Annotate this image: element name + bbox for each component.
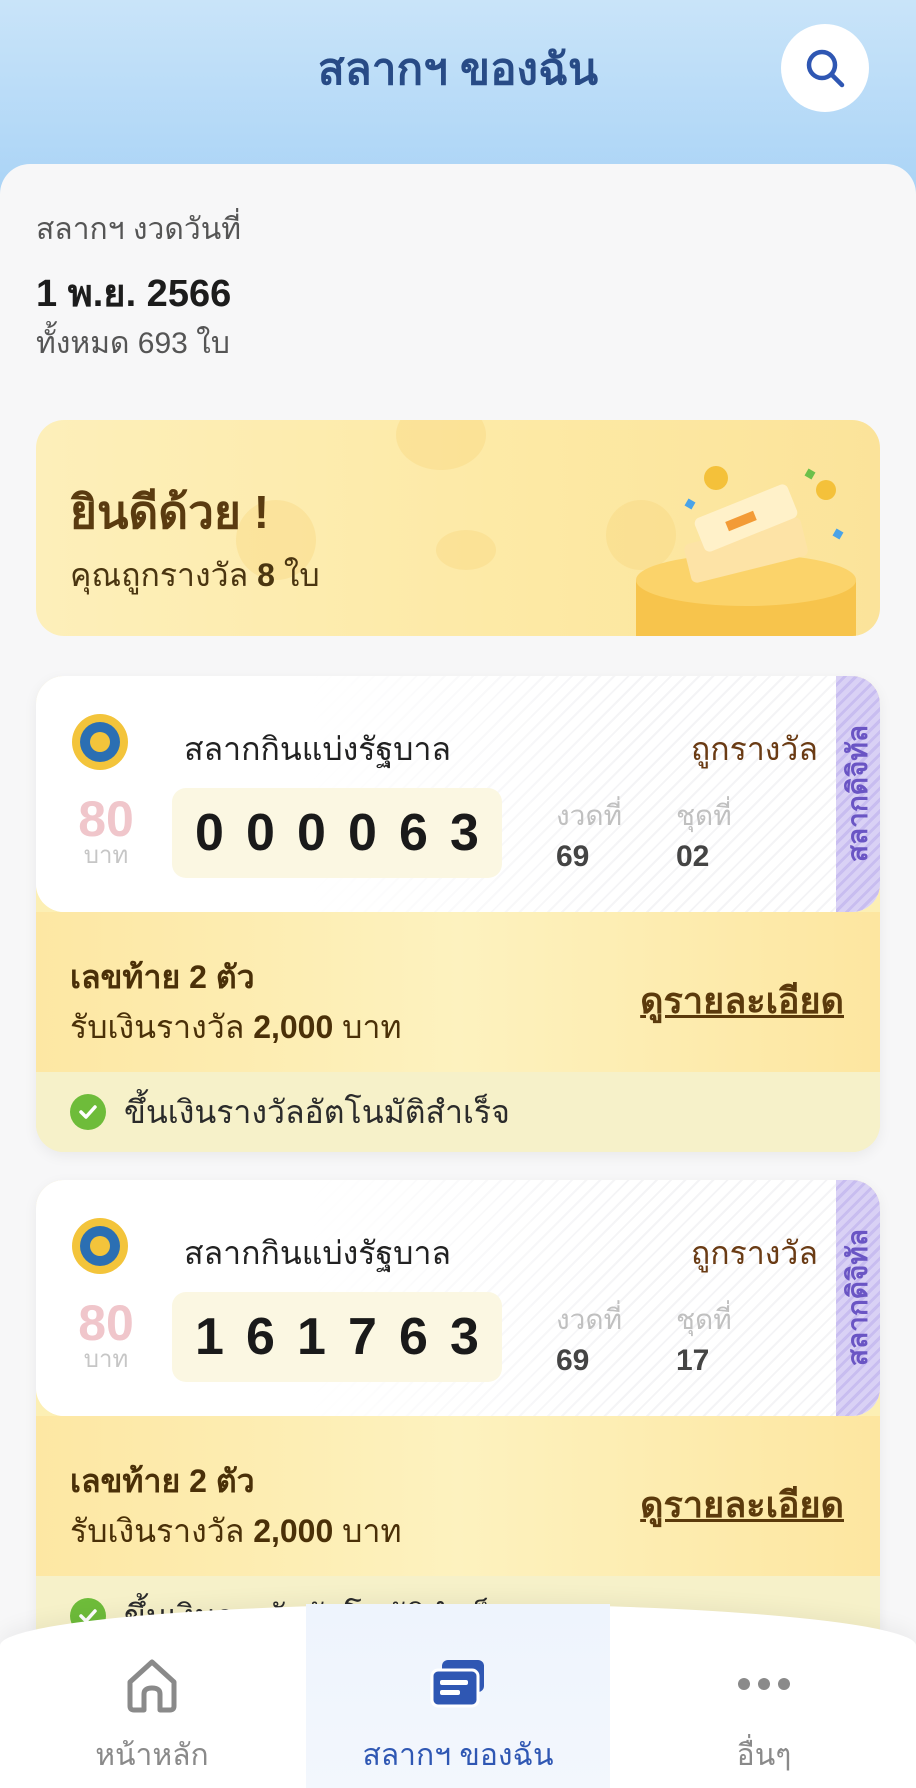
money-stack-icon xyxy=(636,466,856,636)
price-value: 80 xyxy=(78,791,134,847)
congrats-sub-prefix: คุณถูกรางวัล xyxy=(70,557,249,593)
prize-prefix: รับเงินรางวัล xyxy=(70,1009,245,1045)
nav-item-more[interactable]: อื่นๆ xyxy=(654,1604,874,1788)
prize-row: เลขท้าย 2 ตัว รับเงินรางวัล 2,000 บาท ดู… xyxy=(36,1416,880,1576)
bottom-nav: หน้าหลัก สลากฯ ของฉัน อื่นๆ xyxy=(0,1604,916,1788)
ticket-type: สลากกินแบ่งรัฐบาล xyxy=(184,1235,452,1271)
draw-label: สลากฯ งวดวันที่ xyxy=(36,213,241,246)
price-value: 80 xyxy=(78,1295,134,1351)
lottery-digit: 7 xyxy=(348,1308,377,1366)
congrats-banner: ยินดีด้วย ! คุณถูกรางวัล 8 ใบ xyxy=(36,420,880,636)
glo-emblem-icon xyxy=(72,1218,128,1274)
congrats-title: ยินดีด้วย ! xyxy=(70,486,270,538)
draw-no-value: 69 xyxy=(556,840,590,873)
home-icon xyxy=(127,1659,177,1713)
lottery-digit: 0 xyxy=(297,804,326,862)
check-icon xyxy=(70,1094,106,1130)
view-details-link[interactable]: ดูรายละเอียด xyxy=(640,1476,844,1533)
draw-no-label: งวดที่ xyxy=(556,800,623,831)
set-no-label: ชุดที่ xyxy=(676,800,732,831)
search-icon xyxy=(806,49,845,88)
ticket-header: สลากกินแบ่งรัฐบาล ถูกรางวัล 80 บาท 1 6 1… xyxy=(36,1180,880,1416)
ticket-type: สลากกินแบ่งรัฐบาล xyxy=(184,731,452,767)
auto-claim-status: ขึ้นเงินรางวัลอัตโนมัติสำเร็จ xyxy=(36,1072,880,1152)
set-no-value: 17 xyxy=(676,1344,710,1377)
price-unit: บาท xyxy=(83,842,129,869)
coin-decoration xyxy=(396,420,486,470)
more-icon xyxy=(738,1678,790,1690)
lottery-digit: 6 xyxy=(399,1308,428,1366)
lottery-digit: 0 xyxy=(348,804,377,862)
prize-value: 2,000 xyxy=(253,1513,334,1549)
ticket-price: 80 บาท xyxy=(70,794,142,868)
coin-decoration xyxy=(436,530,496,570)
nav-label-home: หน้าหลัก xyxy=(95,1739,209,1772)
nav-label-more: อื่นๆ xyxy=(736,1739,792,1772)
prize-title: เลขท้าย 2 ตัว xyxy=(70,1463,255,1499)
nav-label-my-tickets: สลากฯ ของฉัน xyxy=(362,1739,554,1772)
search-button[interactable] xyxy=(781,24,869,112)
lottery-digit: 3 xyxy=(450,804,479,862)
ticket-price: 80 บาท xyxy=(70,1298,142,1372)
nav-item-home[interactable]: หน้าหลัก xyxy=(42,1604,262,1788)
digital-lottery-tag: สลากดิจิทัล xyxy=(836,676,880,912)
draw-no-value: 69 xyxy=(556,1344,590,1377)
congrats-subtitle: คุณถูกรางวัล 8 ใบ xyxy=(70,550,320,601)
prize-prefix: รับเงินรางวัล xyxy=(70,1513,245,1549)
lottery-digit: 1 xyxy=(195,1308,224,1366)
view-details-link[interactable]: ดูรายละเอียด xyxy=(640,972,844,1029)
digital-lottery-label: สลากดิจิทัล xyxy=(842,725,873,863)
ticket-header: สลากกินแบ่งรัฐบาล ถูกรางวัล 80 บาท 0 0 0… xyxy=(36,676,880,912)
set-no-label: ชุดที่ xyxy=(676,1304,732,1335)
auto-claim-text: ขึ้นเงินรางวัลอัตโนมัติสำเร็จ xyxy=(124,1093,510,1130)
lottery-digit: 6 xyxy=(246,1308,275,1366)
prize-unit: บาท xyxy=(342,1513,402,1549)
digital-lottery-tag: สลากดิจิทัล xyxy=(836,1180,880,1416)
lottery-digit: 0 xyxy=(195,804,224,862)
lottery-digit: 1 xyxy=(297,1308,326,1366)
prize-unit: บาท xyxy=(342,1009,402,1045)
set-no-value: 02 xyxy=(676,840,710,873)
ticket-total: ทั้งหมด 693 ใบ xyxy=(36,327,230,360)
prize-amount: รับเงินรางวัล 2,000 บาท xyxy=(70,1002,402,1053)
won-count: 8 xyxy=(257,557,275,593)
ticket-card[interactable]: สลากกินแบ่งรัฐบาล ถูกรางวัล 80 บาท 0 0 0… xyxy=(36,676,880,1152)
lottery-number: 1 6 1 7 6 3 xyxy=(172,1292,502,1382)
lottery-digit: 0 xyxy=(246,804,275,862)
page-title: สลากฯ ของฉัน xyxy=(317,45,599,94)
glo-emblem-icon xyxy=(72,714,128,770)
congrats-sub-suffix: ใบ xyxy=(283,557,320,593)
ticket-card[interactable]: สลากกินแบ่งรัฐบาล ถูกรางวัล 80 บาท 1 6 1… xyxy=(36,1180,880,1656)
draw-date: 1 พ.ย. 2566 xyxy=(36,273,232,315)
lottery-digit: 6 xyxy=(399,804,428,862)
ticket-wallet-icon xyxy=(430,1660,484,1708)
digital-lottery-label: สลากดิจิทัล xyxy=(842,1229,873,1367)
lottery-number: 0 0 0 0 6 3 xyxy=(172,788,502,878)
draw-no-label: งวดที่ xyxy=(556,1304,623,1335)
prize-title: เลขท้าย 2 ตัว xyxy=(70,959,255,995)
prize-value: 2,000 xyxy=(253,1009,334,1045)
price-unit: บาท xyxy=(83,1346,129,1373)
prize-row: เลขท้าย 2 ตัว รับเงินรางวัล 2,000 บาท ดู… xyxy=(36,912,880,1072)
prize-amount: รับเงินรางวัล 2,000 บาท xyxy=(70,1506,402,1557)
nav-item-my-tickets[interactable]: สลากฯ ของฉัน xyxy=(348,1604,568,1788)
ticket-status: ถูกรางวัล xyxy=(690,1235,818,1271)
ticket-status: ถูกรางวัล xyxy=(690,731,818,767)
lottery-digit: 3 xyxy=(450,1308,479,1366)
